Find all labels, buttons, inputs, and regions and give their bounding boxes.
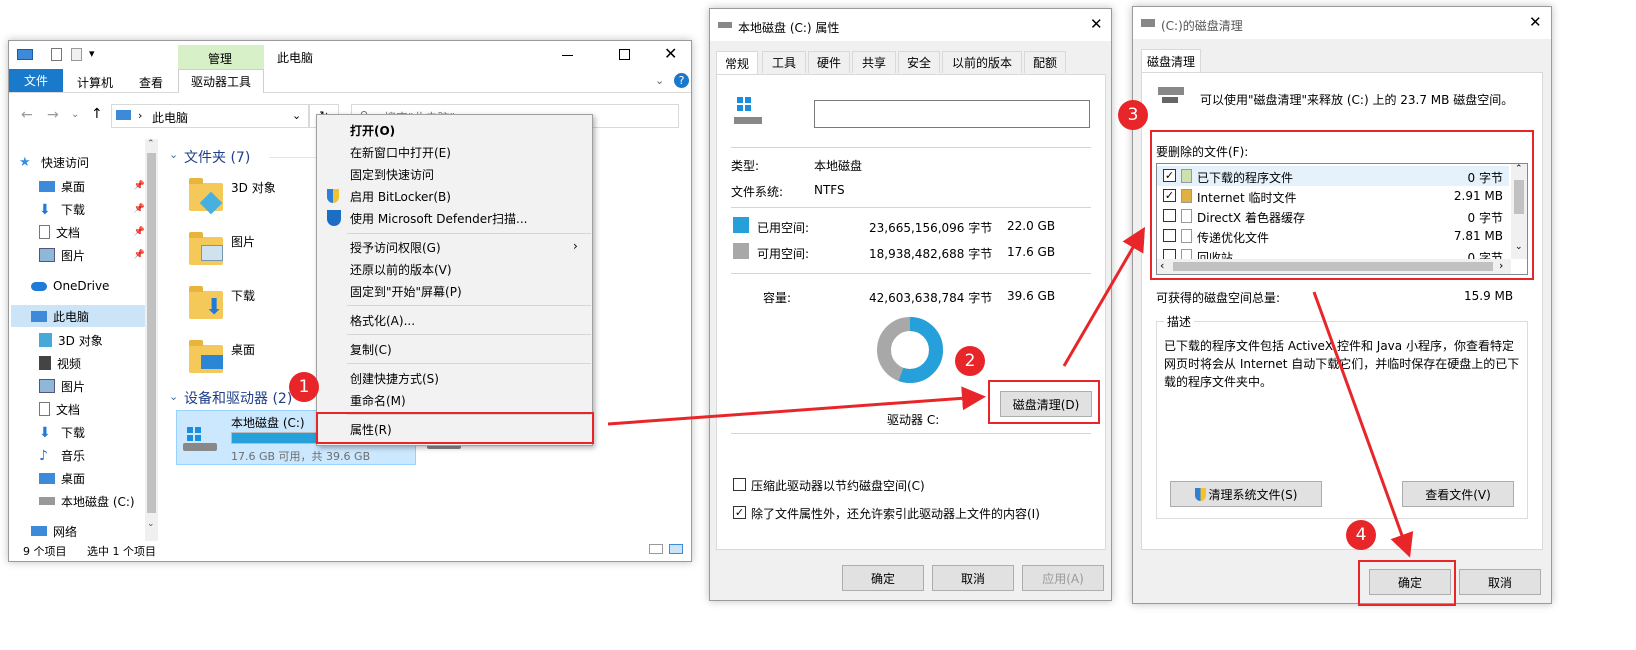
arrow-to-files-list — [1062, 226, 1146, 367]
step-badge-2: 2 — [955, 346, 985, 376]
step-badge-3: 3 — [1118, 100, 1148, 130]
arrow-to-cleanup-button — [607, 386, 986, 426]
step-badge-1: 1 — [289, 372, 319, 402]
step-badge-4: 4 — [1346, 520, 1376, 550]
arrow-to-ok-button — [1312, 291, 1414, 558]
annotation-arrows — [607, 226, 1414, 558]
